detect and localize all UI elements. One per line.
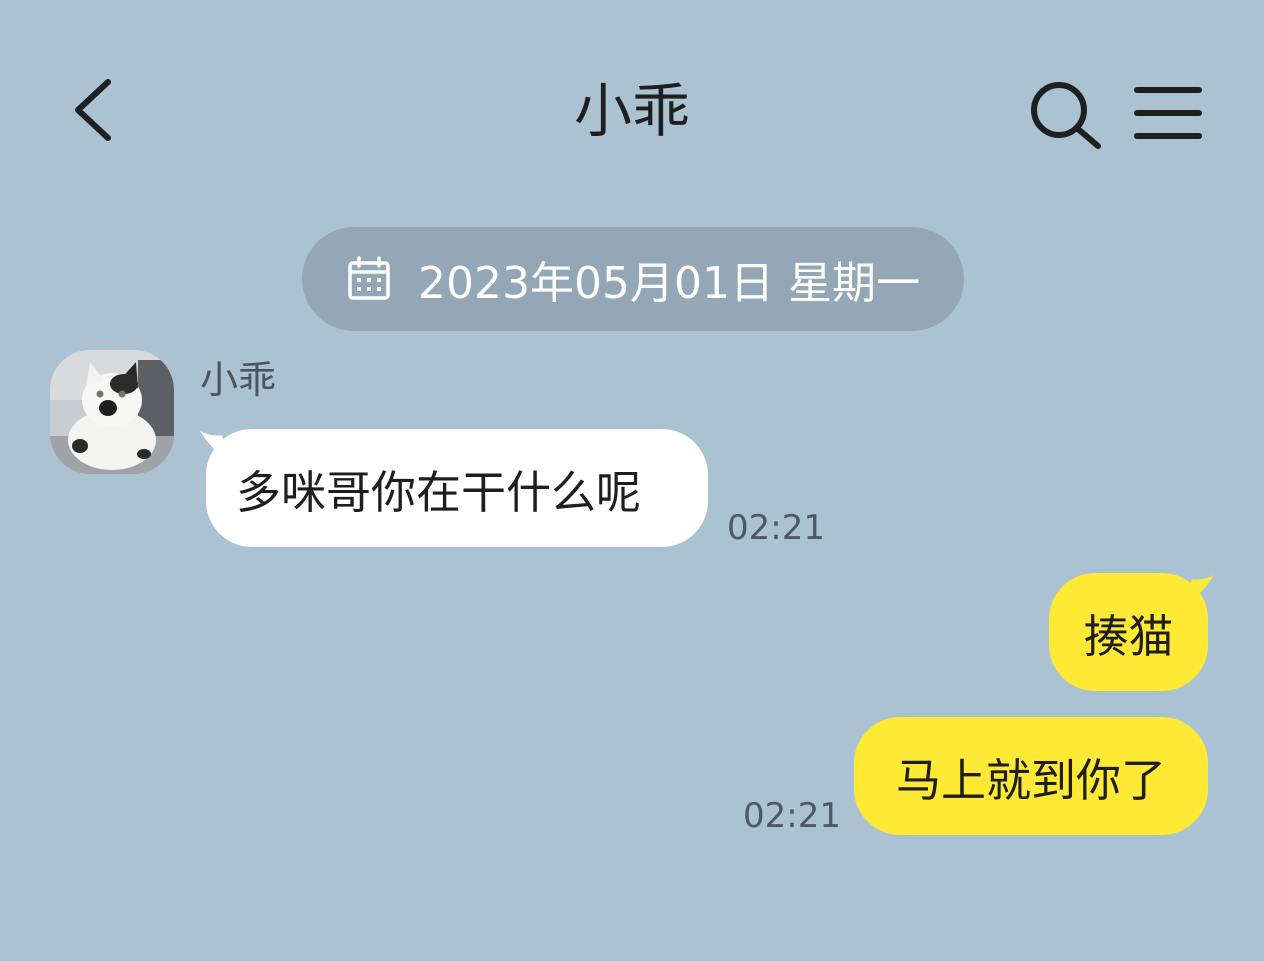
chat-title: 小乖 xyxy=(573,77,690,145)
sender-name: 小乖 xyxy=(200,358,277,402)
avatar[interactable] xyxy=(50,350,174,474)
message-time: 02:21 xyxy=(727,508,825,548)
chevron-left-icon xyxy=(75,79,111,141)
message-text: 多咪哥你在干什么呢 xyxy=(236,465,642,519)
cat-avatar-image xyxy=(50,350,174,474)
message-text: 揍猫 xyxy=(1083,609,1174,663)
search-icon xyxy=(1031,82,1101,149)
incoming-message-bubble[interactable]: 多咪哥你在干什么呢 xyxy=(206,429,708,547)
back-button[interactable] xyxy=(60,70,130,150)
outgoing-message-bubble[interactable]: 揍猫 xyxy=(1049,573,1208,691)
date-divider: 2023年05月01日 星期一 xyxy=(302,227,964,331)
outgoing-message-bubble[interactable]: 马上就到你了 xyxy=(854,717,1208,835)
message-time: 02:21 xyxy=(743,796,841,836)
hamburger-menu-icon xyxy=(1134,87,1202,139)
calendar-icon xyxy=(348,256,390,300)
search-button[interactable] xyxy=(1025,76,1109,152)
message-text: 马上就到你了 xyxy=(895,753,1166,807)
menu-button[interactable] xyxy=(1130,78,1206,148)
chat-header: 小乖 xyxy=(0,0,1264,220)
date-text: 2023年05月01日 星期一 xyxy=(418,258,920,309)
